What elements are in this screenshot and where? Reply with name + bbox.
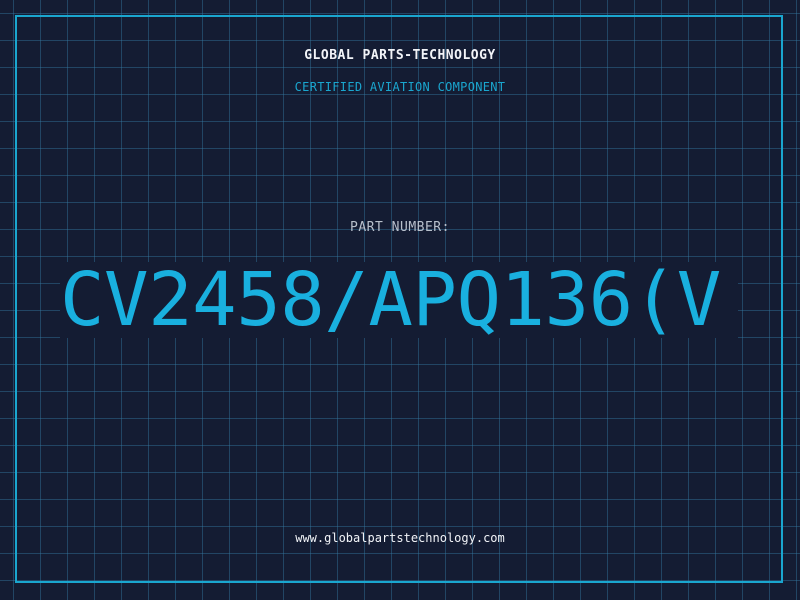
part-number-value: CV2458/APQ136(V xyxy=(60,262,721,338)
website-url: www.globalpartstechnology.com xyxy=(295,531,505,545)
certification-subtitle: CERTIFIED AVIATION COMPONENT xyxy=(294,80,506,94)
part-number-display: CV2458/APQ136(V xyxy=(60,262,738,338)
company-name: GLOBAL PARTS-TECHNOLOGY xyxy=(304,48,496,63)
part-number-label: PART NUMBER: xyxy=(350,220,450,235)
